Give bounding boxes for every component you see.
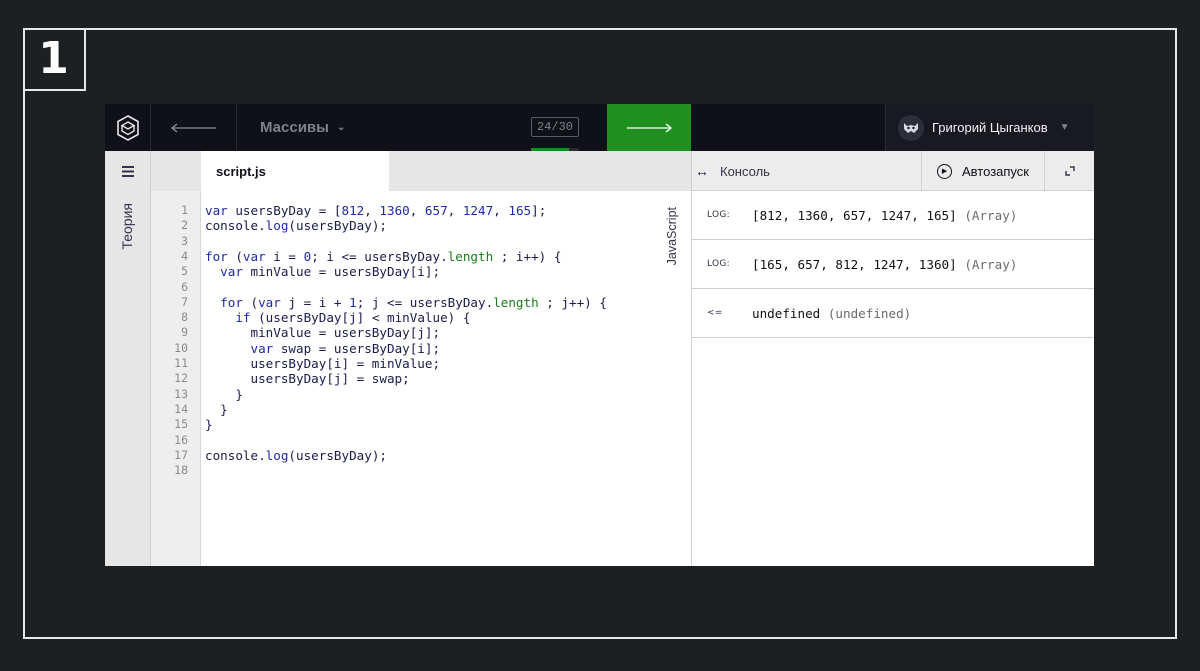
line-number: 14 <box>174 401 188 416</box>
code-line: if (usersByDay[j] < minValue) { <box>235 310 471 326</box>
avatar <box>898 114 924 141</box>
code-line: minValue = usersByDay[j]; <box>205 325 441 341</box>
chevron-down-icon: ▼ <box>1059 122 1070 133</box>
app-window: Массивы ⌄ 24/30 Григорий Цыганков ▼ Теор… <box>105 104 1094 566</box>
console-entry: <= undefined (undefined) <box>692 289 1094 338</box>
line-number: 7 <box>181 294 188 309</box>
return-kind: <= <box>707 308 723 318</box>
console-title: Консоль <box>720 163 770 179</box>
language-label: JavaScript <box>665 207 679 266</box>
console-output: LOG: [812, 1360, 657, 1247, 165] (Array)… <box>692 191 1094 566</box>
code-line: console.log(usersByDay); <box>205 218 387 234</box>
line-number: 13 <box>174 386 188 401</box>
autorun-button[interactable]: ▶ Автозапуск <box>921 151 1045 191</box>
line-number: 6 <box>181 279 188 294</box>
code-line: for (var i = 0; i <= usersByDay.length ;… <box>205 248 562 264</box>
code-editor[interactable]: var usersByDay = [812, 1360, 657, 1247, … <box>201 191 691 566</box>
line-number: 18 <box>174 463 188 478</box>
user-menu[interactable]: Григорий Цыганков ▼ <box>885 104 1094 151</box>
code-line: var swap = usersByDay[i]; <box>250 340 441 356</box>
play-icon: ▶ <box>937 163 953 179</box>
autorun-label: Автозапуск <box>962 163 1029 179</box>
code-line: for (var j = i + 1; j <= usersByDay.leng… <box>220 294 607 310</box>
line-number: 5 <box>181 264 188 279</box>
line-number: 1 <box>181 203 188 217</box>
lesson-title-dropdown[interactable]: Массивы ⌄ <box>260 104 345 151</box>
code-line: usersByDay[i] = minValue; <box>205 356 441 371</box>
step-progress-counter: 24/30 <box>531 117 579 137</box>
line-number: 16 <box>174 432 188 447</box>
theory-sidebar: Теория <box>105 151 151 566</box>
line-number: 3 <box>181 233 188 248</box>
editor-tab-bar: script.js <box>151 151 691 191</box>
log-kind: LOG: <box>707 259 730 269</box>
raccoon-icon <box>904 122 918 133</box>
line-number: 12 <box>174 371 188 386</box>
line-number: 9 <box>181 325 188 340</box>
top-bar: Массивы ⌄ 24/30 Григорий Цыганков ▼ <box>105 104 1094 151</box>
line-number: 2 <box>181 218 188 233</box>
code-line: var minValue = usersByDay[i]; <box>220 264 441 280</box>
code-line: usersByDay[j] = swap; <box>205 371 410 387</box>
menu-button[interactable] <box>105 151 151 191</box>
log-value: undefined (undefined) <box>752 305 912 321</box>
step-number-badge: 1 <box>23 28 86 91</box>
hamburger-icon <box>122 165 134 177</box>
line-number: 4 <box>181 248 188 263</box>
resize-handle-icon[interactable]: ↔ <box>692 151 712 191</box>
line-number-gutter: 1 2 3 4 5 6 7 8 9 10 11 12 13 14 15 16 17 18 <box>151 191 201 566</box>
log-value: [812, 1360, 657, 1247, 165] (Array) <box>752 207 1018 223</box>
lesson-title: Массивы <box>260 119 329 136</box>
arrow-right-icon <box>627 122 673 133</box>
console-entry: LOG: [165, 657, 812, 1247, 1360] (Array) <box>692 240 1094 289</box>
line-number: 11 <box>174 356 188 370</box>
logo-icon[interactable] <box>105 104 151 151</box>
tab-script-js[interactable]: script.js <box>201 151 389 191</box>
previous-step-button[interactable] <box>151 104 237 151</box>
code-line: console.log(usersByDay); <box>205 447 387 463</box>
chevron-down-icon: ⌄ <box>336 122 346 133</box>
log-kind: LOG: <box>707 210 730 220</box>
line-number: 8 <box>181 310 188 325</box>
console-header: ↔ Консоль ▶ Автозапуск <box>692 151 1094 191</box>
line-number: 10 <box>174 340 188 355</box>
line-number: 17 <box>174 447 188 462</box>
code-line: } <box>205 417 213 433</box>
expand-icon[interactable] <box>1045 151 1094 191</box>
line-number: 15 <box>174 417 188 432</box>
theory-toggle[interactable]: Теория <box>119 203 135 250</box>
arrow-left-icon <box>170 122 216 133</box>
user-name: Григорий Цыганков <box>932 120 1048 135</box>
console-entry: LOG: [812, 1360, 657, 1247, 165] (Array) <box>692 191 1094 240</box>
code-line: var usersByDay = [812, 1360, 657, 1247, … <box>205 203 547 218</box>
code-line: } <box>205 401 228 417</box>
next-step-button[interactable] <box>607 104 691 151</box>
code-line: } <box>205 386 243 402</box>
log-value: [165, 657, 812, 1247, 1360] (Array) <box>752 256 1018 272</box>
